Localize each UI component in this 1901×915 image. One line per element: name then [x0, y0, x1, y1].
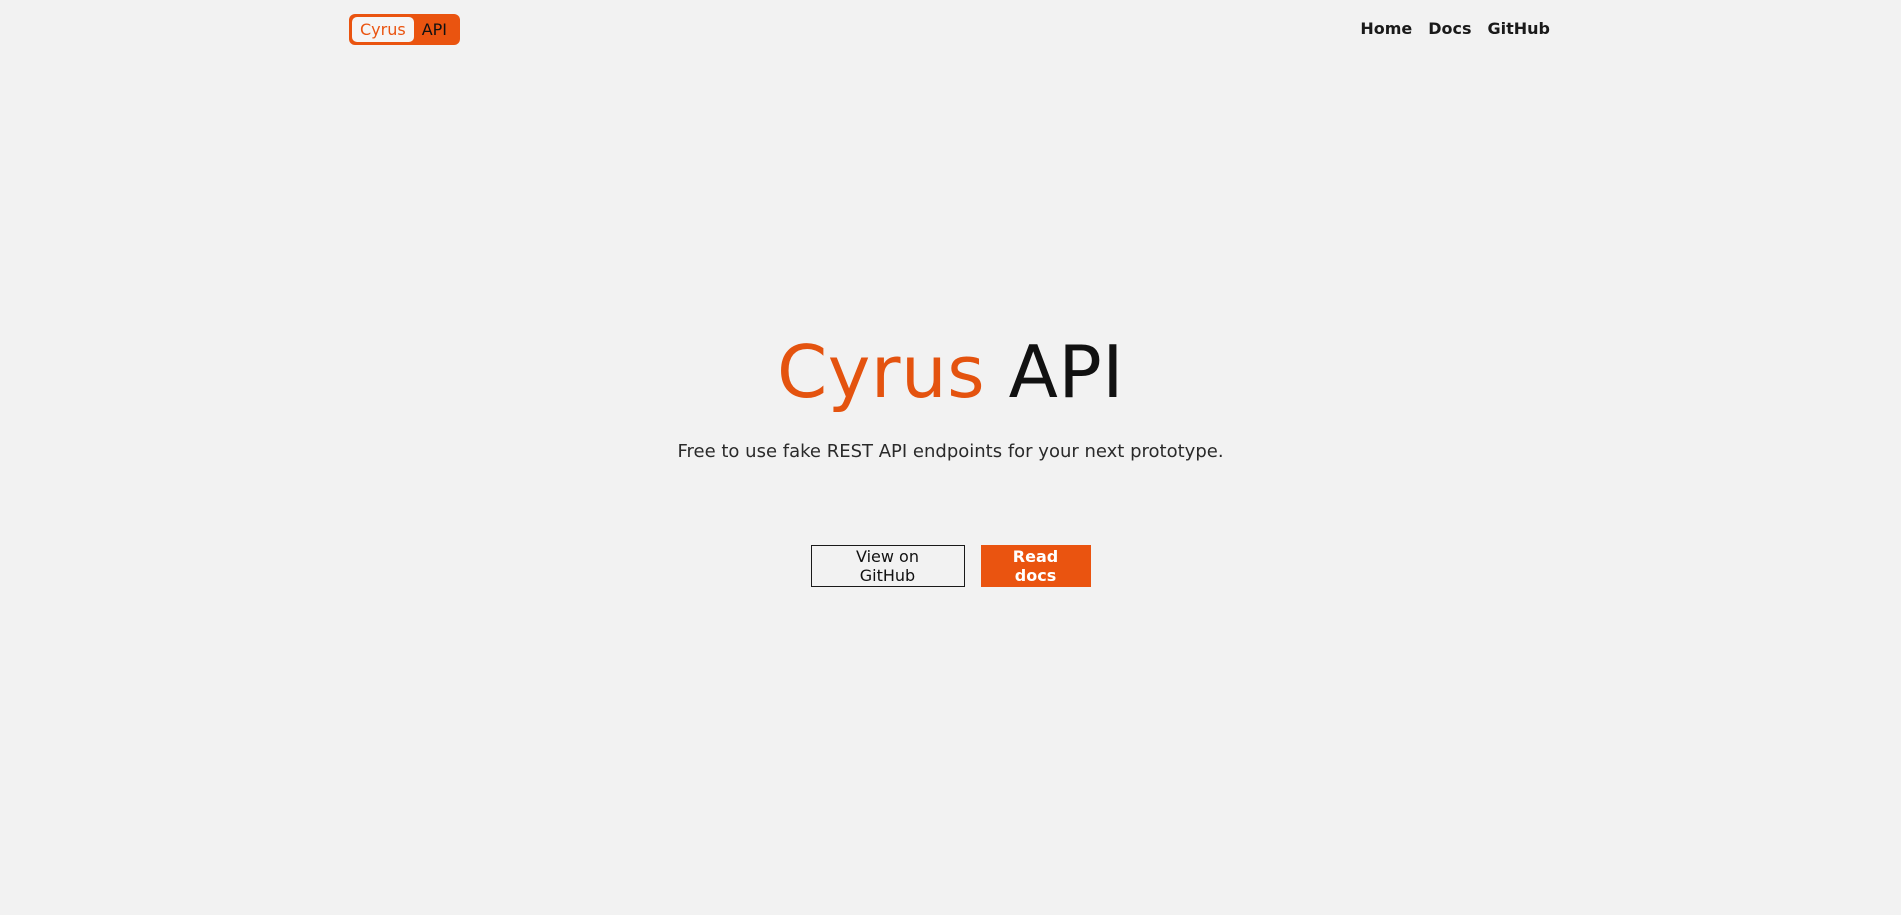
- hero-title-rest: API: [1008, 330, 1124, 414]
- hero-actions: View on GitHub Read docs: [0, 545, 1901, 587]
- hero-title-accent: Cyrus: [777, 330, 986, 414]
- main-nav: Home Docs GitHub: [1360, 18, 1550, 40]
- hero-title: Cyrus API: [0, 322, 1901, 422]
- nav-link-home[interactable]: Home: [1360, 18, 1412, 40]
- view-on-github-button[interactable]: View on GitHub: [810, 545, 965, 587]
- logo-word: Cyrus: [352, 17, 414, 42]
- brand-logo[interactable]: Cyrus API: [349, 14, 461, 45]
- nav-link-github[interactable]: GitHub: [1488, 18, 1551, 40]
- landing-page: Cyrus API Home Docs GitHub Cyrus API Fre…: [0, 0, 1901, 915]
- logo-suffix: API: [421, 20, 448, 39]
- nav-link-docs[interactable]: Docs: [1428, 18, 1471, 40]
- site-header: Cyrus API Home Docs GitHub: [0, 0, 1901, 58]
- hero-subtitle: Free to use fake REST API endpoints for …: [677, 441, 1224, 462]
- read-docs-button[interactable]: Read docs: [980, 545, 1091, 587]
- hero-section: Cyrus API Free to use fake REST API endp…: [0, 322, 1901, 464]
